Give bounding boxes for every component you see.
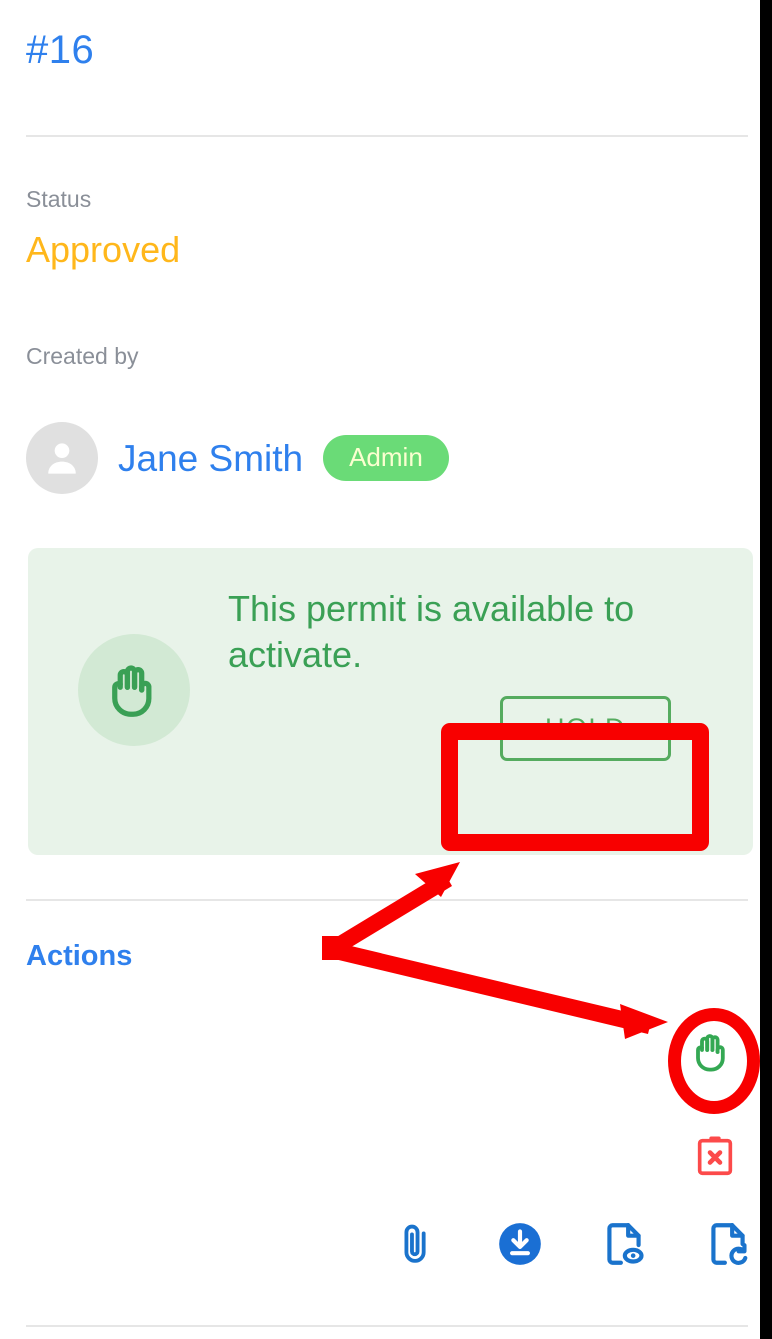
- cancel-permit-icon[interactable]: [690, 1128, 740, 1184]
- created-by-field-label: Created by: [26, 343, 139, 369]
- paperclip-icon[interactable]: [388, 1216, 444, 1272]
- permit-detail-panel: #16 Status Approved Created by Jane Smit…: [0, 0, 760, 1339]
- hold-button[interactable]: HOLD: [499, 696, 671, 762]
- download-circle-icon[interactable]: [492, 1216, 548, 1272]
- permit-availability-alert: This permit is available to activate. HO…: [28, 548, 753, 855]
- hand-stop-icon: [78, 634, 190, 746]
- alert-actions: HOLD: [228, 696, 729, 762]
- divider-bottom: [26, 1325, 748, 1327]
- status-field-label: Status: [26, 186, 92, 212]
- creator-role-badge: Admin: [323, 435, 449, 481]
- page-edge-strip: [760, 0, 772, 1339]
- alert-message: This permit is available to activate.: [228, 588, 635, 676]
- document-actions-row: [388, 1212, 760, 1276]
- status-value: Approved: [26, 229, 181, 270]
- actions-heading: Actions: [26, 940, 133, 972]
- divider-top: [26, 135, 748, 137]
- hold-permit-icon[interactable]: [684, 1024, 740, 1080]
- creator-name[interactable]: Jane Smith: [118, 440, 303, 477]
- record-id-title: #16: [26, 28, 95, 72]
- avatar: [26, 422, 98, 494]
- document-refresh-icon[interactable]: [700, 1216, 756, 1272]
- created-by-row: Jane Smith Admin: [26, 422, 449, 494]
- document-eye-icon[interactable]: [596, 1216, 652, 1272]
- divider-actions: [26, 899, 748, 901]
- alert-body: This permit is available to activate. HO…: [228, 586, 729, 762]
